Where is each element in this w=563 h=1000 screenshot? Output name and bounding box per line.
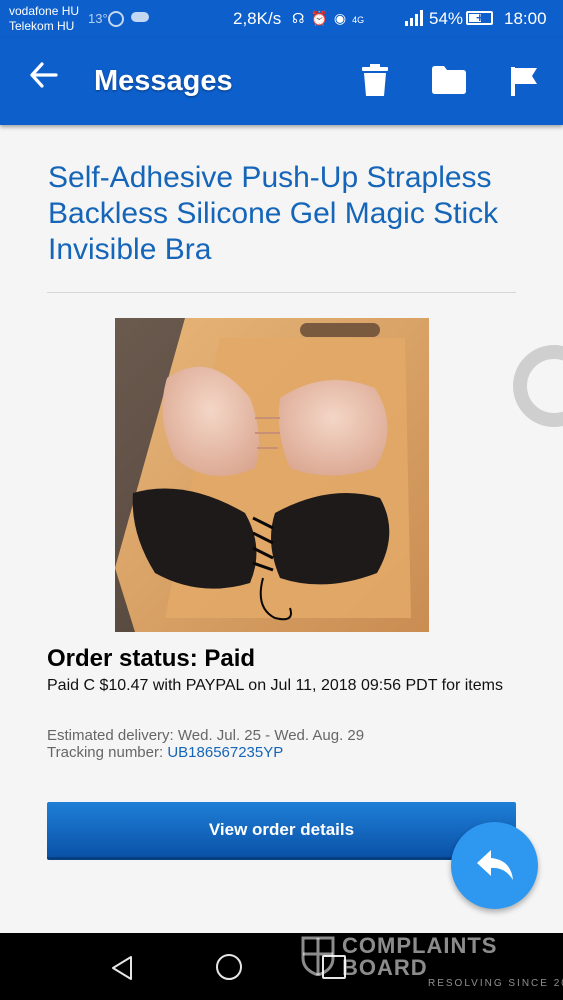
clock: 18:00 <box>504 9 547 28</box>
view-order-details-button[interactable]: View order details <box>47 802 516 860</box>
carrier-names: vodafone HU Telekom HU <box>9 4 79 34</box>
weather-cloud-icon <box>131 12 149 22</box>
estimated-delivery: Estimated delivery: Wed. Jul. 25 - Wed. … <box>47 727 365 744</box>
product-image[interactable] <box>115 318 429 632</box>
folder-icon[interactable] <box>432 66 468 96</box>
app-bar: Messages <box>0 38 563 125</box>
headset-icon: ☊ <box>292 10 311 26</box>
tracking-label: Tracking number: <box>47 744 164 761</box>
signal-icon <box>405 10 425 26</box>
order-status: Order status: Paid <box>47 645 256 672</box>
temperature: 13° <box>88 11 108 26</box>
payment-details: Paid C $10.47 with PAYPAL on Jul 11, 201… <box>47 677 503 694</box>
product-title-link[interactable]: Self-Adhesive Push-Up Strapless Backless… <box>48 160 518 268</box>
carrier-1: vodafone HU <box>9 4 80 18</box>
eye-icon: ◉ <box>333 10 353 26</box>
divider <box>47 292 516 293</box>
flag-icon[interactable] <box>510 66 542 98</box>
loading-spinner-icon <box>510 342 563 430</box>
trash-icon[interactable] <box>362 64 388 98</box>
nav-back-icon[interactable] <box>110 955 134 986</box>
page-title: Messages <box>94 65 233 97</box>
battery-icon: + <box>466 10 493 25</box>
reply-button[interactable] <box>451 822 538 909</box>
reply-icon <box>477 850 513 880</box>
tracking-number-link[interactable]: UB186567235YP <box>167 744 283 761</box>
battery-percent: 54% <box>429 9 464 28</box>
sync-icon <box>108 11 124 27</box>
status-icons: ☊⏰◉4G <box>292 10 364 27</box>
net-speed: 2,8K/s <box>233 9 282 28</box>
nav-home-icon[interactable] <box>216 954 242 980</box>
watermark-tagline: RESOLVING SINCE 2004 <box>428 978 563 989</box>
watermark-shield-icon <box>301 936 335 976</box>
alarm-icon: ⏰ <box>310 10 334 26</box>
back-arrow-icon[interactable] <box>28 60 62 94</box>
network-type: 4G <box>352 15 365 25</box>
carrier-2: Telekom HU <box>9 19 75 33</box>
watermark-name: COMPLAINTS BOARD <box>342 933 498 980</box>
charging-icon: + <box>476 10 484 25</box>
tracking-row: Tracking number: UB186567235YP <box>47 744 283 762</box>
status-bar: vodafone HU Telekom HU 13° 2,8K/s ☊⏰◉4G … <box>0 0 563 38</box>
